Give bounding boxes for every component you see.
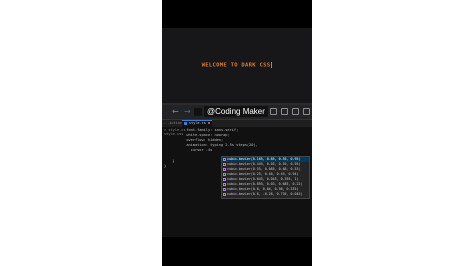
code-line[interactable]: white-space: nowrap; xyxy=(182,133,229,137)
value-icon xyxy=(223,182,226,186)
suggestion-label: cubic-bezier(0.55, 0.085, 0.68, 0.53) xyxy=(227,167,301,171)
editor-tab-bar: ...iction style.cs xyxy=(162,120,312,127)
code-line[interactable]: cursor .4s xyxy=(182,148,213,152)
css-file-icon xyxy=(184,122,187,125)
text-cursor xyxy=(271,62,273,69)
channel-watermark: @Coding Maker xyxy=(204,106,268,117)
top-letterbox xyxy=(162,0,312,28)
welcome-heading: WELCOME TO DARK CSS xyxy=(202,62,273,69)
code-line[interactable]: animation: typing 2.5s steps(20), xyxy=(182,143,257,147)
suggestion-label: cubic-bezier(0.165, 0.85, 0.55, 0.95) xyxy=(227,157,301,161)
forward-arrow-icon[interactable]: → xyxy=(184,107,191,116)
value-icon xyxy=(223,177,226,181)
toggle-sidebar-icon[interactable] xyxy=(270,108,277,115)
video-frame: WELCOME TO DARK CSS ← → @Coding Maker ..… xyxy=(162,0,312,266)
browser-toolbar: ← → @Coding Maker xyxy=(162,105,312,120)
tab-label: style.cs xyxy=(189,121,206,125)
suggestion-label: cubic-bezier(0.895, 0.03, 0.685, 0.22) xyxy=(227,182,303,186)
suggestion-label: cubic-bezier(0.445, 0.05, 0.55, 0.95) xyxy=(227,162,301,166)
value-icon xyxy=(223,157,226,161)
value-icon xyxy=(223,167,226,171)
toggle-secondary-sidebar-icon[interactable] xyxy=(292,108,299,115)
explorer-label: ...iction xyxy=(163,121,182,125)
suggestion-label: cubic-bezier(0.645, 0.045, 0.355, 1) xyxy=(227,177,299,181)
value-icon xyxy=(223,192,226,196)
code-line[interactable]: } xyxy=(168,159,174,163)
unsaved-dot-icon[interactable] xyxy=(208,122,210,124)
autocomplete-dropdown: cubic-bezier(0.165, 0.85, 0.55, 0.95) cu… xyxy=(221,156,310,199)
code-line[interactable]: font-family: sans-serif; xyxy=(182,128,238,132)
value-icon xyxy=(223,162,226,166)
channel-logo xyxy=(194,108,202,116)
customize-layout-icon[interactable] xyxy=(303,108,310,115)
value-icon xyxy=(223,187,226,191)
code-line[interactable]: } xyxy=(164,164,166,168)
sidebar-file-item[interactable]: style.css xyxy=(164,132,183,136)
tab-style-css[interactable]: style.cs xyxy=(182,120,212,127)
suggestion-label: cubic-bezier(0.25, 0.46, 0.45, 0.94) xyxy=(227,172,299,176)
suggestion-label: cubic-bezier(0.6, 0.04, 0.98, 0.335) xyxy=(227,187,299,191)
suggestion-item[interactable]: cubic-bezier(0.6, -0.28, 0.735, 0.045) xyxy=(222,192,309,197)
code-editor[interactable]: > style.cs style.css font-family: sans-s… xyxy=(162,127,312,237)
welcome-text: WELCOME TO DARK CSS xyxy=(201,62,271,69)
preview-pane: WELCOME TO DARK CSS xyxy=(162,28,312,103)
value-icon xyxy=(223,172,226,176)
bottom-letterbox xyxy=(162,237,312,266)
suggestion-label: cubic-bezier(0.6, -0.28, 0.735, 0.045) xyxy=(227,192,303,196)
toggle-panel-icon[interactable] xyxy=(281,108,288,115)
code-line[interactable]: overflow: hidden; xyxy=(182,138,223,142)
back-arrow-icon[interactable]: ← xyxy=(172,107,179,116)
